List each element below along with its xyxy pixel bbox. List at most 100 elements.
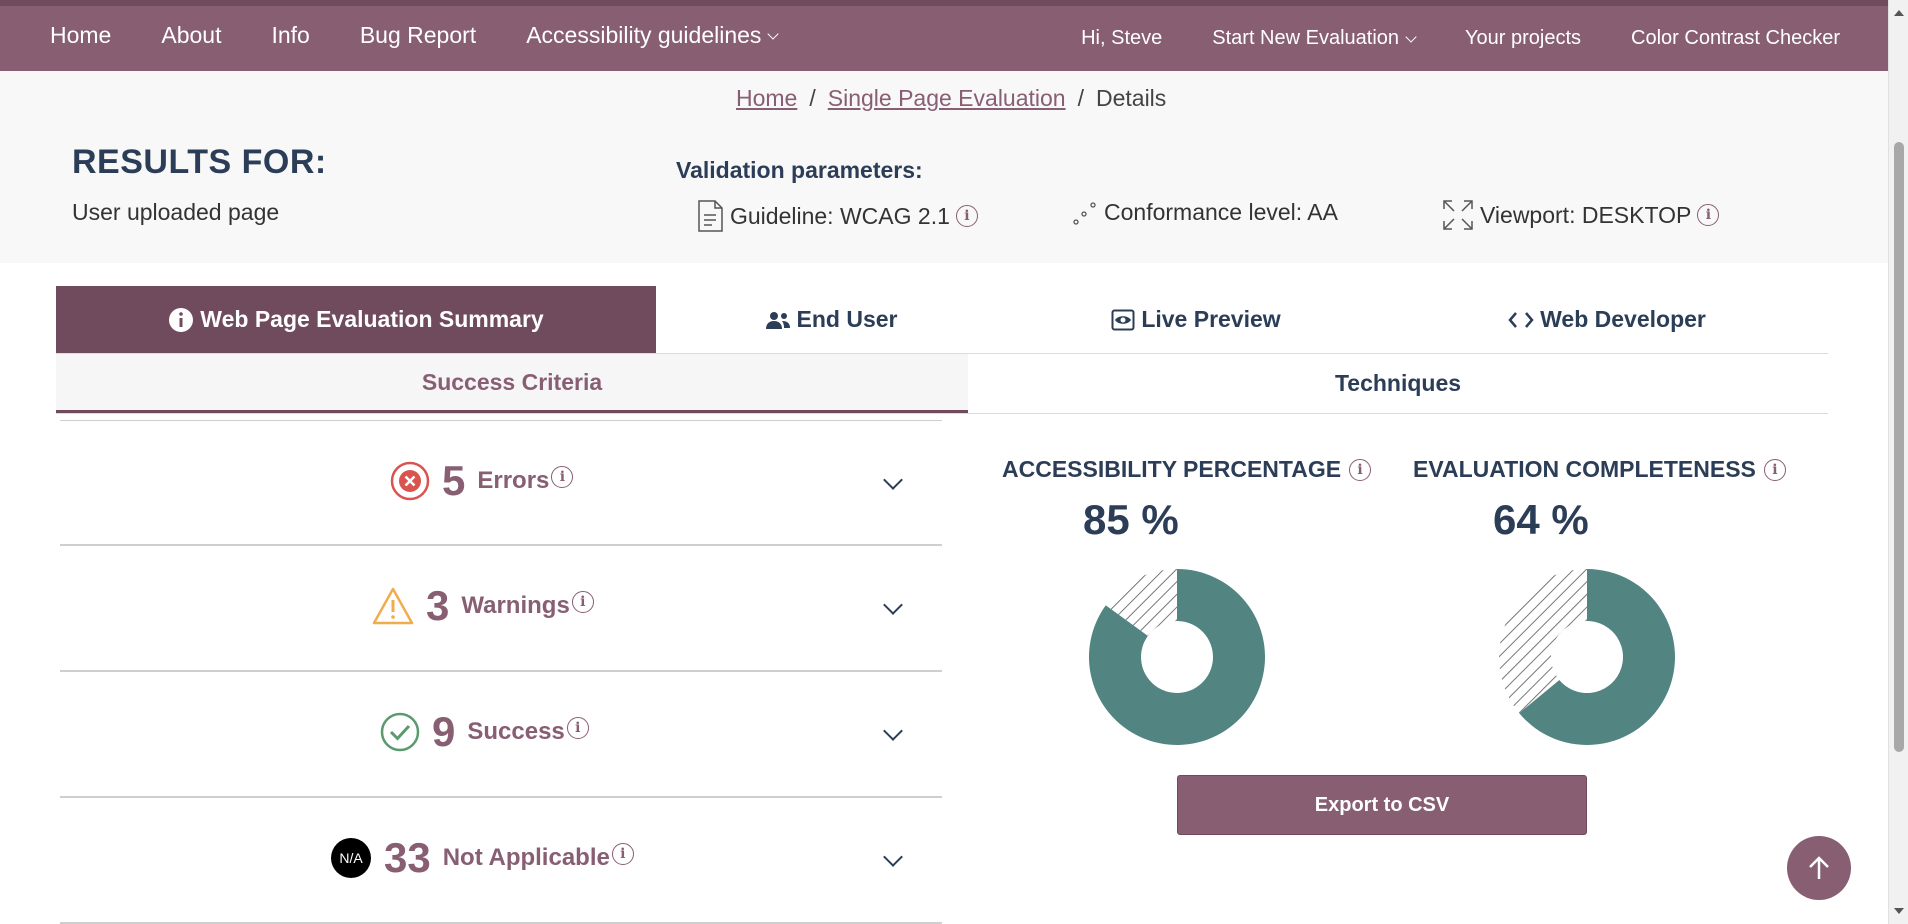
users-icon: [765, 311, 790, 329]
subtab-techniques[interactable]: Techniques: [968, 354, 1828, 413]
criteria-summary: 5 Errors i: [390, 457, 574, 505]
criteria-label: Not Applicable: [442, 844, 610, 871]
nav-user-greeting[interactable]: Hi, Steve: [1081, 27, 1162, 50]
completeness-donut: [1499, 569, 1675, 745]
accessibility-percentage-value: 85 %: [1083, 496, 1179, 543]
main-tabs: Web Page Evaluation Summary End User Liv…: [56, 286, 1828, 354]
info-icon[interactable]: i: [1349, 458, 1372, 481]
info-icon[interactable]: i: [551, 466, 574, 488]
info-icon[interactable]: i: [611, 843, 634, 865]
breadcrumb-separator: /: [809, 85, 816, 111]
criteria-label: Warnings: [461, 592, 570, 619]
scrollbar-thumb[interactable]: [1894, 142, 1904, 752]
criteria-row-errors[interactable]: 5 Errors i: [60, 420, 942, 546]
param-guideline-label: Guideline: WCAG 2.1: [730, 202, 950, 229]
chevron-down-icon: [1405, 30, 1417, 43]
criteria-list: 5 Errors i 3 Warnings i 9 Success i N/A …: [60, 420, 942, 924]
evaluation-completeness-title: EVALUATION COMPLETENESS i: [1413, 456, 1786, 483]
export-csv-button[interactable]: Export to CSV: [1177, 775, 1587, 835]
nav-bug-report[interactable]: Bug Report: [360, 22, 476, 49]
accessibility-percentage-label: ACCESSIBILITY PERCENTAGE: [1002, 456, 1342, 482]
chevron-down-icon[interactable]: [883, 847, 903, 867]
tab-end-user[interactable]: End User: [656, 286, 1006, 353]
nav-right: Hi, Steve Start New Evaluation Your proj…: [1081, 27, 1840, 50]
chevron-down-icon: [767, 27, 780, 40]
info-icon[interactable]: i: [566, 717, 589, 739]
top-navbar: Home About Info Bug Report Accessibility…: [0, 0, 1888, 71]
criteria-count: 33: [384, 834, 431, 881]
sub-tabs: Success Criteria Techniques: [56, 354, 1828, 414]
code-icon: [1508, 311, 1534, 328]
results-title: RESULTS FOR:: [72, 143, 327, 181]
criteria-count: 5: [442, 457, 466, 504]
evaluation-completeness-label: EVALUATION COMPLETENESS: [1413, 456, 1756, 482]
info-icon[interactable]: i: [571, 591, 594, 613]
chevron-down-icon[interactable]: [883, 470, 903, 490]
criteria-label: Success: [467, 718, 565, 745]
nav-start-new-evaluation-label: Start New Evaluation: [1212, 27, 1400, 49]
criteria-count: 3: [426, 582, 450, 629]
subtab-success-criteria[interactable]: Success Criteria: [56, 354, 968, 413]
breadcrumb-current: Details: [1095, 85, 1167, 111]
info-icon[interactable]: i: [1763, 458, 1786, 481]
param-viewport-label: Viewport: DESKTOP: [1480, 201, 1692, 228]
param-conformance: Conformance level: AA: [1072, 199, 1338, 226]
criteria-row-success[interactable]: 9 Success i: [60, 672, 942, 798]
expand-icon: [1443, 200, 1473, 230]
nav-home[interactable]: Home: [50, 22, 111, 49]
scroll-up-arrow-icon[interactable]: [1894, 10, 1904, 16]
tab-live-preview[interactable]: Live Preview: [1006, 286, 1386, 353]
validation-parameters-title: Validation parameters:: [676, 157, 923, 183]
tab-web-page-evaluation-summary-label: Web Page Evaluation Summary: [200, 306, 544, 332]
results-subtitle: User uploaded page: [72, 199, 280, 225]
na-badge-text: N/A: [339, 850, 363, 866]
document-icon: [698, 200, 723, 232]
info-circle-icon: [169, 307, 194, 332]
dots-icon: [1073, 201, 1096, 225]
accessibility-donut: [1089, 569, 1265, 745]
nav-color-contrast-checker[interactable]: Color Contrast Checker: [1631, 27, 1840, 50]
page-scrollbar[interactable]: [1888, 0, 1908, 924]
nav-accessibility-guidelines[interactable]: Accessibility guidelines: [526, 22, 780, 49]
tab-live-preview-label: Live Preview: [1141, 306, 1281, 332]
tab-web-page-evaluation-summary[interactable]: Web Page Evaluation Summary: [56, 286, 656, 353]
warning-triangle-icon: [372, 587, 414, 625]
chevron-down-icon[interactable]: [883, 721, 903, 741]
breadcrumb-separator: /: [1077, 85, 1084, 111]
nav-start-new-evaluation[interactable]: Start New Evaluation: [1212, 27, 1417, 50]
scroll-to-top-button[interactable]: [1787, 836, 1851, 900]
criteria-label: Errors: [477, 467, 550, 494]
evaluation-completeness-value: 64 %: [1493, 496, 1589, 543]
criteria-summary: 9 Success i: [380, 708, 589, 756]
check-circle-icon: [380, 712, 420, 752]
na-badge-icon: N/A: [331, 838, 371, 878]
eye-icon: [1111, 309, 1135, 330]
criteria-row-not-applicable[interactable]: N/A 33 Not Applicable i: [60, 798, 942, 924]
chevron-down-icon[interactable]: [883, 595, 903, 615]
param-guideline: Guideline: WCAG 2.1 i: [696, 199, 978, 233]
nav-left: Home About Info Bug Report Accessibility…: [50, 22, 780, 49]
breadcrumb: Home / Single Page Evaluation / Details: [736, 85, 1166, 112]
nav-accessibility-guidelines-label: Accessibility guidelines: [526, 22, 762, 48]
criteria-count: 9: [432, 708, 456, 755]
param-conformance-label: Conformance level: AA: [1104, 199, 1338, 225]
param-viewport: Viewport: DESKTOP i: [1442, 199, 1720, 231]
criteria-summary: 3 Warnings i: [372, 582, 594, 630]
arrow-up-icon: [1809, 856, 1829, 879]
x-circle-icon: [390, 461, 430, 501]
nav-your-projects[interactable]: Your projects: [1465, 27, 1581, 50]
criteria-summary: N/A 33 Not Applicable i: [330, 834, 634, 882]
accessibility-percentage-title: ACCESSIBILITY PERCENTAGE i: [1002, 456, 1372, 483]
scroll-down-arrow-icon[interactable]: [1894, 908, 1904, 914]
criteria-row-warnings[interactable]: 3 Warnings i: [60, 546, 942, 672]
tab-end-user-label: End User: [796, 306, 898, 332]
tab-web-developer-label: Web Developer: [1540, 306, 1706, 332]
info-icon[interactable]: i: [955, 205, 978, 227]
breadcrumb-single-page-evaluation[interactable]: Single Page Evaluation: [828, 85, 1066, 112]
nav-info[interactable]: Info: [271, 22, 309, 49]
info-icon[interactable]: i: [1697, 204, 1720, 226]
breadcrumb-home[interactable]: Home: [736, 85, 797, 112]
nav-about[interactable]: About: [161, 22, 221, 49]
tab-web-developer[interactable]: Web Developer: [1386, 286, 1828, 353]
results-header: Home / Single Page Evaluation / Details …: [0, 71, 1888, 263]
